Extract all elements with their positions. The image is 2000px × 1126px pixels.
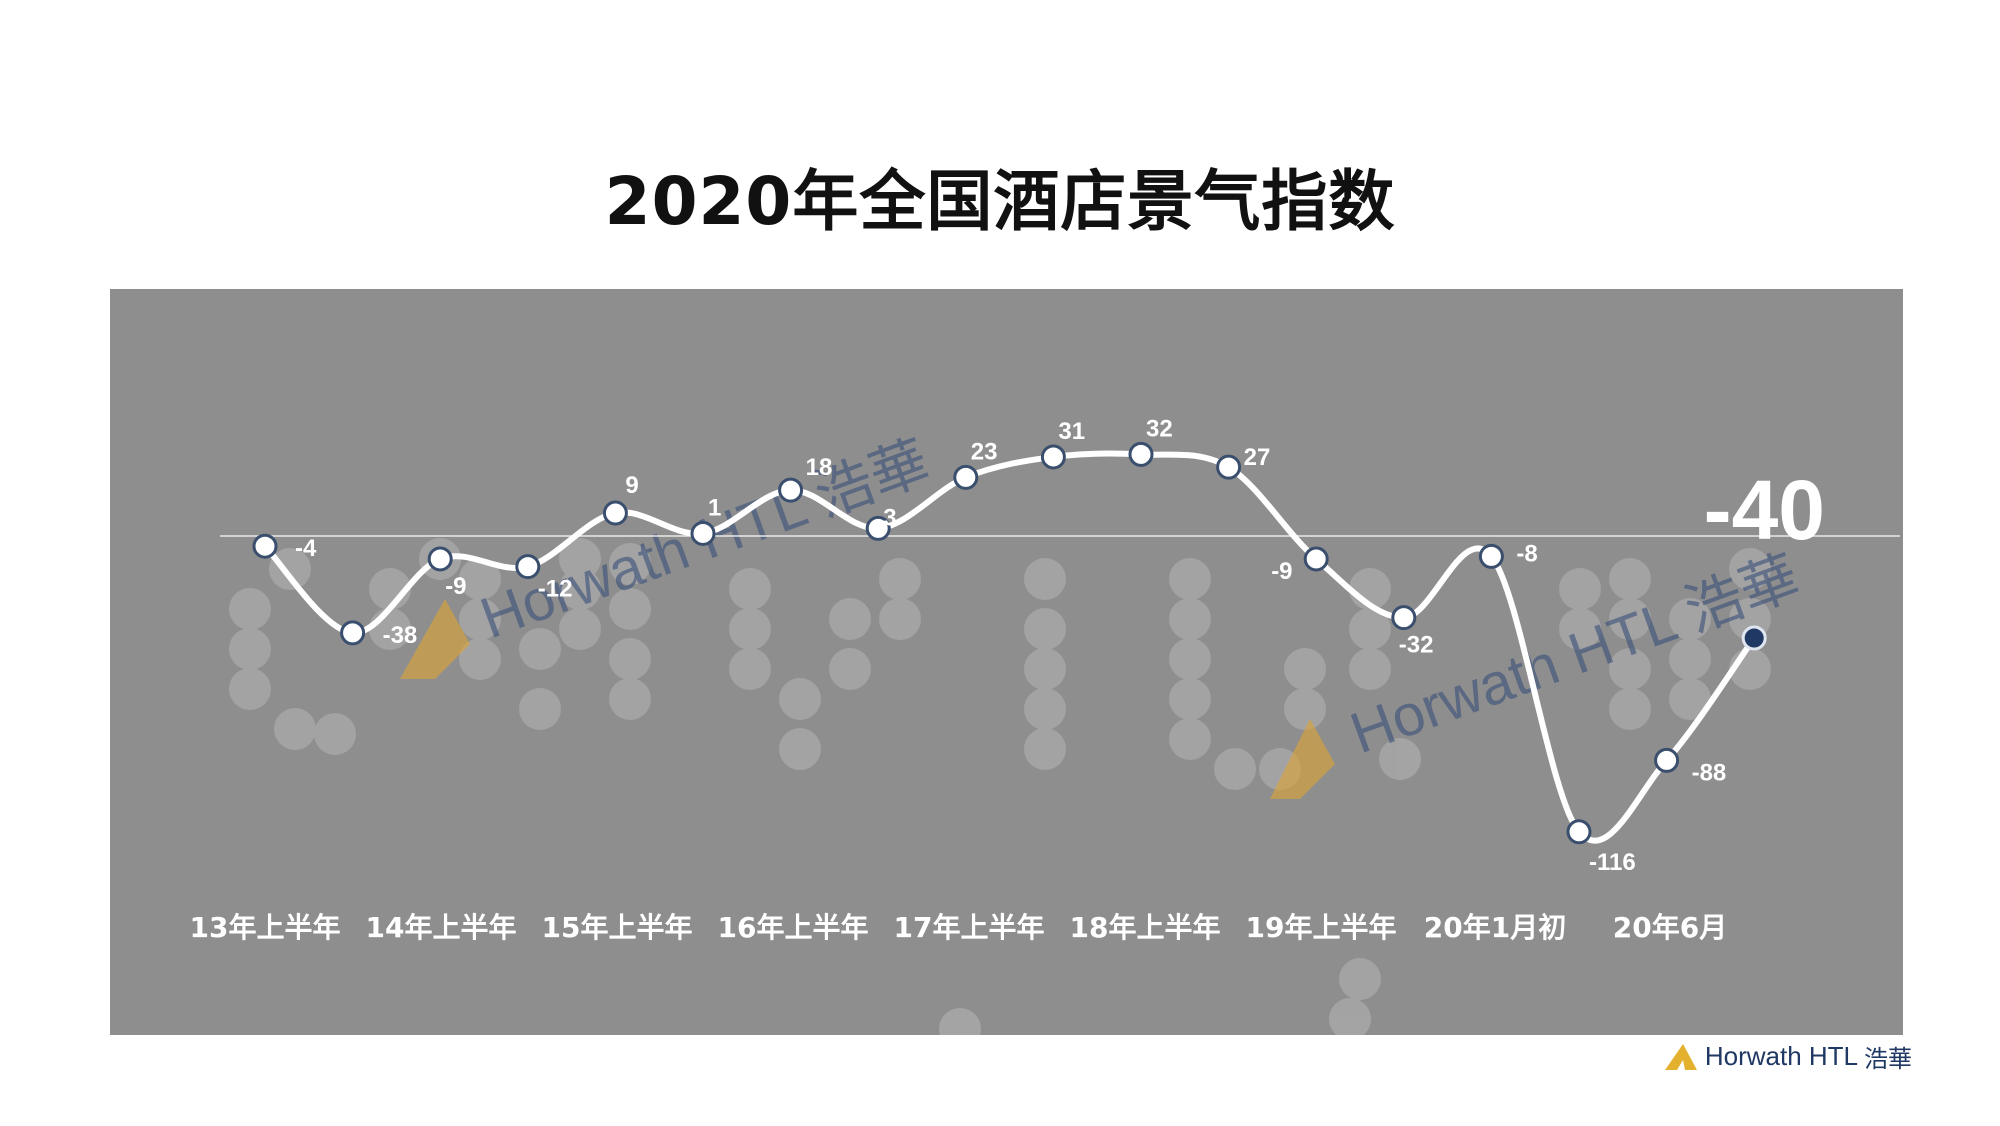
background-pill [1609, 558, 1651, 600]
data-point [690, 520, 716, 546]
background-pill [1024, 688, 1066, 730]
data-point [340, 620, 366, 646]
background-pill [1609, 688, 1651, 730]
data-label: 9 [625, 472, 638, 499]
data-point [1566, 819, 1592, 845]
background-pill [879, 598, 921, 640]
data-point [252, 533, 278, 559]
logo-brand-text: Horwath HTL [1704, 1041, 1858, 1071]
background-pill [1024, 648, 1066, 690]
background-pill [274, 708, 316, 750]
background-pill [1169, 638, 1211, 680]
data-label: -9 [1271, 558, 1292, 585]
background-pill [229, 628, 271, 670]
data-label: 23 [971, 438, 998, 465]
data-point [1216, 454, 1242, 480]
data-point [427, 546, 453, 572]
data-point [1040, 444, 1066, 470]
line-chart: Horwath HTL 浩華 Horwath HTL 浩華 -4-38-9 -12… [190, 415, 1900, 1035]
data-label: 1 [708, 494, 721, 521]
background-pill [1169, 678, 1211, 720]
x-tick-label: 14年上半年 [366, 911, 517, 944]
background-pill [1559, 568, 1601, 610]
background-pill [779, 678, 821, 720]
highlight-point [1741, 625, 1767, 651]
data-label: 27 [1244, 444, 1271, 471]
background-pill [1329, 998, 1371, 1035]
background-pill [729, 648, 771, 690]
background-pill [779, 728, 821, 770]
data-label: -12 [538, 576, 573, 603]
data-point [602, 500, 628, 526]
x-tick-label: 15年上半年 [542, 911, 693, 944]
background-pill [1339, 958, 1381, 1000]
logo-cn-text: 浩華 [1864, 1045, 1912, 1073]
background-pill [879, 558, 921, 600]
data-label: -38 [383, 622, 418, 649]
data-point [1478, 543, 1504, 569]
data-label: -32 [1399, 632, 1434, 659]
data-label: 31 [1058, 418, 1085, 445]
background-pill [729, 608, 771, 650]
data-label: 32 [1146, 415, 1173, 442]
data-label: -88 [1692, 759, 1727, 786]
background-pill [829, 598, 871, 640]
background-pill [939, 1008, 981, 1035]
background-pill [1024, 608, 1066, 650]
background-pill [1024, 728, 1066, 770]
x-tick-label: 20年1月初 [1424, 911, 1566, 944]
x-tick-label: 20年6月 [1613, 911, 1727, 944]
x-tick-label: 16年上半年 [718, 911, 869, 944]
data-label: 18 [806, 454, 833, 481]
background-pill [1284, 688, 1326, 730]
logo-mark-icon [1664, 1043, 1697, 1070]
chart-panel: Horwath HTL 浩華 Horwath HTL 浩華 -4 -38 -9 -12… [110, 289, 1903, 1035]
x-tick-label: 18年上半年 [1070, 911, 1221, 944]
data-point [1654, 747, 1680, 773]
background-pills [229, 538, 1771, 1035]
background-pill [1349, 648, 1391, 690]
page-title: 2020年全国酒店景气指数 [604, 163, 1396, 240]
x-tick-label: 13年上半年 [190, 911, 341, 944]
highlight-value: -40 [1704, 463, 1825, 557]
x-tick-label: 17年上半年 [894, 911, 1045, 944]
background-pill [314, 713, 356, 755]
data-point [1128, 441, 1154, 467]
data-point [1391, 605, 1417, 631]
data-label: 3 [883, 504, 896, 531]
background-pill [609, 678, 651, 720]
data-label: -4 [295, 535, 317, 562]
data-point [515, 554, 541, 580]
background-pill [1214, 748, 1256, 790]
data-point [1303, 546, 1329, 572]
background-pill [1284, 648, 1326, 690]
background-pill [829, 648, 871, 690]
data-label: -8 [1516, 540, 1537, 567]
background-pill [1024, 558, 1066, 600]
x-tick-label: 19年上半年 [1246, 911, 1397, 944]
background-pill [729, 568, 771, 610]
background-pill [1169, 598, 1211, 640]
background-pill [1169, 558, 1211, 600]
data-point [953, 464, 979, 490]
background-pill [229, 668, 271, 710]
background-pill [229, 588, 271, 630]
brand-logo: Horwath HTL 浩華 [1663, 1039, 1912, 1074]
background-pill [1169, 718, 1211, 760]
data-point [778, 477, 804, 503]
data-label: -116 [1589, 849, 1636, 876]
data-label: -9 [445, 573, 466, 600]
background-pill [519, 688, 561, 730]
background-pill [609, 638, 651, 680]
